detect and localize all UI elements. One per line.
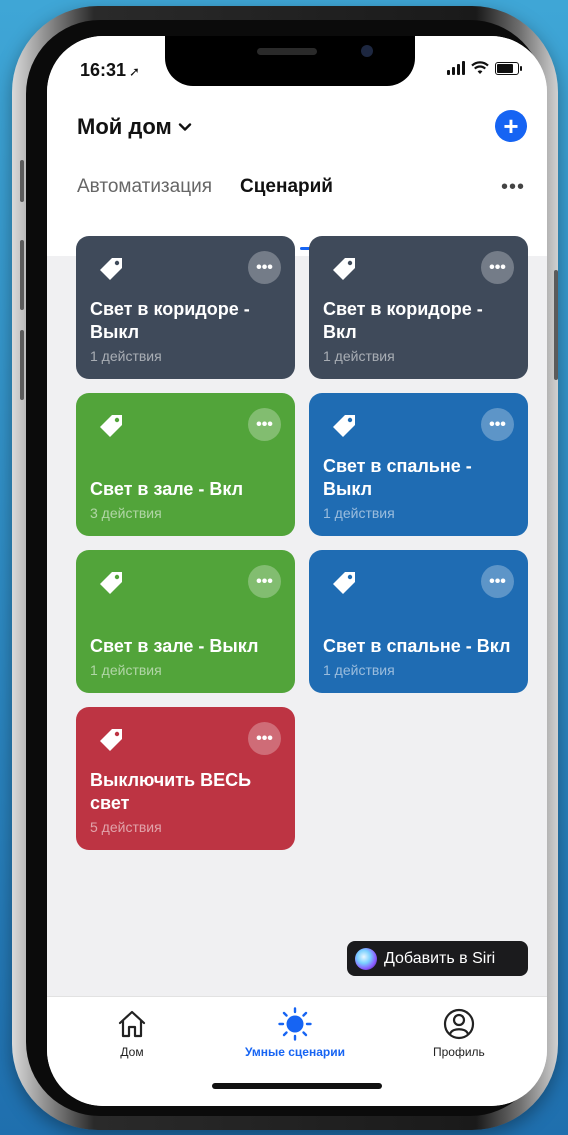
tag-icon — [333, 572, 355, 594]
status-icons — [447, 61, 522, 75]
card-more-button[interactable]: ••• — [481, 251, 514, 284]
tag-icon — [100, 572, 122, 594]
time-text: 16:31 — [80, 60, 127, 80]
scene-name: Свет в коридоре - Выкл — [90, 299, 250, 342]
screen: 16:31 ➚ Мой дом + Автоматизация Сценарий… — [47, 36, 547, 1106]
scene-name: Выключить ВЕСЬ свет — [90, 770, 252, 813]
scene-card[interactable]: ••• Свет в спальне - Выкл 1 действия — [309, 393, 528, 536]
scene-card[interactable]: ••• Свет в зале - Вкл 3 действия — [76, 393, 295, 536]
tab-scenario[interactable]: Сценарий — [240, 176, 333, 198]
speaker — [257, 48, 317, 55]
card-more-button[interactable]: ••• — [248, 408, 281, 441]
card-more-button[interactable]: ••• — [481, 565, 514, 598]
front-camera — [361, 45, 373, 57]
scene-card[interactable]: ••• Выключить ВЕСЬ свет 5 действия — [76, 707, 295, 850]
volume-up-button — [20, 240, 24, 310]
scene-name: Свет в зале - Вкл — [90, 479, 244, 499]
status-time: 16:31 ➚ — [80, 60, 140, 81]
sun-icon — [278, 1007, 312, 1041]
battery-icon — [495, 61, 522, 75]
scene-card[interactable]: ••• Свет в спальне - Вкл 1 действия — [309, 550, 528, 693]
more-options-button[interactable]: ••• — [501, 176, 525, 199]
location-arrow-icon: ➚ — [129, 64, 140, 79]
card-more-button[interactable]: ••• — [481, 408, 514, 441]
tab-bar: Дом Умные сценарии Профиль — [47, 996, 547, 1106]
chevron-down-icon — [178, 123, 191, 131]
home-selector[interactable]: Мой дом — [77, 114, 192, 140]
profile-icon — [443, 1008, 475, 1040]
card-more-button[interactable]: ••• — [248, 722, 281, 755]
plus-icon: + — [503, 111, 519, 141]
siri-button-label: Добавить в Siri — [384, 949, 496, 967]
wifi-icon — [471, 61, 489, 74]
scene-actions-count: 1 действия — [323, 348, 395, 364]
volume-down-button — [20, 330, 24, 400]
segment-tabs: Автоматизация Сценарий — [77, 176, 333, 198]
scene-actions-count: 3 действия — [90, 505, 162, 521]
scene-actions-count: 1 действия — [323, 662, 395, 678]
home-indicator[interactable] — [212, 1083, 382, 1089]
scene-card[interactable]: ••• Свет в зале - Выкл 1 действия — [76, 550, 295, 693]
tag-icon — [333, 415, 355, 437]
add-to-siri-button[interactable]: Добавить в Siri — [347, 941, 528, 976]
card-more-button[interactable]: ••• — [248, 251, 281, 284]
notch — [165, 36, 415, 86]
siri-icon — [355, 947, 377, 970]
scene-name: Свет в коридоре - Вкл — [323, 299, 483, 342]
tag-icon — [333, 258, 355, 280]
header: Мой дом + Автоматизация Сценарий ••• — [47, 96, 547, 256]
home-icon — [118, 1010, 146, 1038]
tag-icon — [100, 258, 122, 280]
tab-profile-label: Профиль — [433, 1045, 485, 1059]
scene-actions-count: 1 действия — [90, 662, 162, 678]
tab-home-label: Дом — [120, 1045, 144, 1059]
tab-profile[interactable]: Профиль — [433, 1007, 485, 1059]
tab-home[interactable]: Дом — [115, 1007, 149, 1059]
power-button — [554, 270, 558, 380]
tab-smart-scenes[interactable]: Умные сценарии — [245, 1007, 345, 1059]
silent-switch — [20, 160, 24, 202]
scene-name: Свет в спальне - Выкл — [323, 456, 472, 499]
scene-actions-count: 1 действия — [323, 505, 395, 521]
tab-automation[interactable]: Автоматизация — [77, 176, 212, 198]
scene-card[interactable]: ••• Свет в коридоре - Выкл 1 действия — [76, 236, 295, 379]
scene-card[interactable]: ••• Свет в коридоре - Вкл 1 действия — [309, 236, 528, 379]
page-title: Мой дом — [77, 114, 172, 139]
tag-icon — [100, 415, 122, 437]
tag-icon — [100, 729, 122, 751]
tab-smart-scenes-label: Умные сценарии — [245, 1045, 345, 1059]
card-more-button[interactable]: ••• — [248, 565, 281, 598]
scene-actions-count: 5 действия — [90, 819, 162, 835]
scene-actions-count: 1 действия — [90, 348, 162, 364]
scene-name: Свет в спальне - Вкл — [323, 636, 511, 656]
signal-icon — [447, 61, 465, 75]
add-button[interactable]: + — [495, 110, 527, 142]
scene-name: Свет в зале - Выкл — [90, 636, 259, 656]
